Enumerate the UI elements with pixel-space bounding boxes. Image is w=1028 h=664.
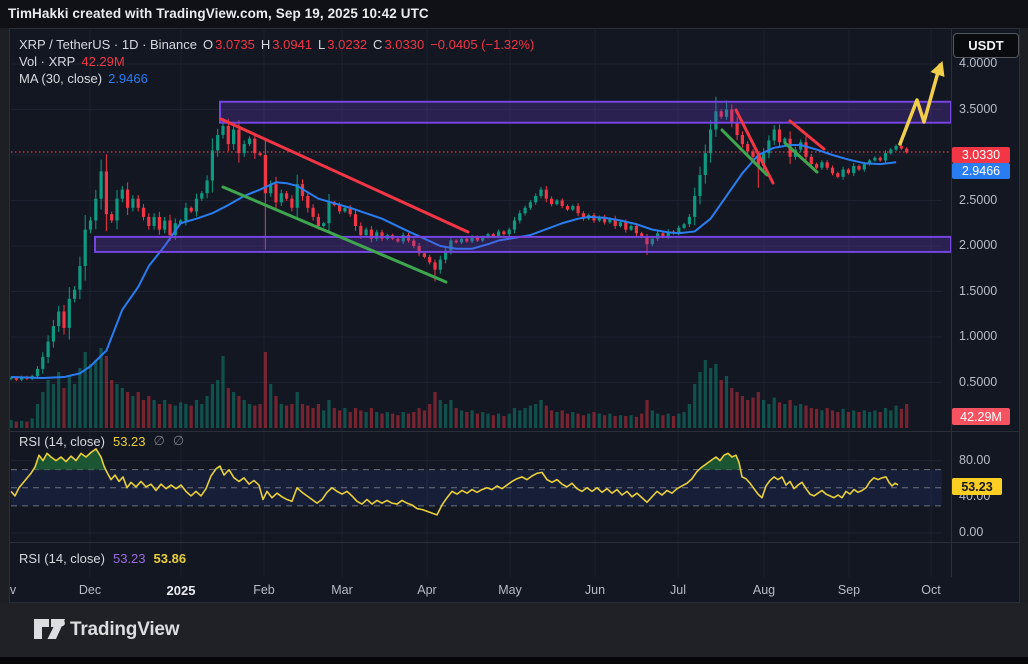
tradingview-logo-icon[interactable]	[34, 617, 68, 643]
time-axis-label[interactable]: Aug	[742, 583, 786, 597]
price-axis[interactable]: 4.0000 3.5000 2.5000 2.0000 1.5000 1.0000 0.50…	[952, 29, 1020, 577]
pane-separator[interactable]	[10, 431, 1020, 432]
rsi-pane-legend[interactable]: RSI (14, close) 53.23 ∅ ∅	[19, 433, 184, 449]
attribution-text: TimHakki created with TradingView.com, S…	[8, 6, 429, 21]
price-tick-label: 4.0000	[959, 56, 997, 70]
chart-canvas[interactable]	[9, 28, 1020, 603]
rsi2-value1: 53.23	[113, 551, 146, 566]
ma-row[interactable]: MA (30, close) 2.9466	[19, 70, 534, 87]
rsi-tick-label: 0.00	[959, 525, 983, 539]
price-tick-label: 2.5000	[959, 193, 997, 207]
price-tick-label: 2.0000	[959, 238, 997, 252]
symbol-row[interactable]: XRP / TetherUS · 1D · Binance O3.0735 H3…	[19, 36, 534, 53]
rsi-value: 53.23	[113, 434, 146, 449]
time-axis-label[interactable]: 2025	[159, 583, 203, 598]
volume-row[interactable]: Vol · XRP 42.29M	[19, 53, 534, 70]
ma-value-badge: 2.9466	[952, 163, 1010, 179]
open-value: 3.0735	[215, 37, 255, 52]
rsi-value-badge: 53.23	[952, 478, 1002, 495]
high-label: H	[261, 37, 270, 52]
close-value: 3.0330	[384, 37, 424, 52]
price-tick-label: 3.5000	[959, 102, 997, 116]
open-label: O	[203, 37, 213, 52]
low-value: 3.0232	[327, 37, 367, 52]
time-axis-label[interactable]: Jul	[656, 583, 700, 597]
time-axis-label[interactable]: Nov	[9, 583, 27, 597]
time-axis-label[interactable]: May	[488, 583, 532, 597]
time-axis[interactable]: Nov Dec 2025 Feb Mar Apr May Jun Jul Aug Sep Oct	[10, 577, 1020, 603]
price-tick-label: 1.5000	[959, 284, 997, 298]
time-axis-label[interactable]: Sep	[827, 583, 871, 597]
rsi-tick-label: 80.00	[959, 453, 990, 467]
indicator-disabled-icon[interactable]: ∅	[154, 433, 165, 449]
main-legend: XRP / TetherUS · 1D · Binance O3.0735 H3…	[19, 36, 534, 87]
rsi2-pane-legend[interactable]: RSI (14, close) 53.23 53.86	[19, 551, 186, 566]
ma-label: MA (30, close)	[19, 71, 102, 86]
low-label: L	[318, 37, 325, 52]
attribution-bar: TimHakki created with TradingView.com, S…	[0, 0, 1028, 28]
change-value: −0.0405 (−1.32%)	[430, 37, 534, 52]
price-tick-label: 0.5000	[959, 375, 997, 389]
price-tick-label: 1.0000	[959, 329, 997, 343]
rsi2-value2: 53.86	[154, 551, 187, 566]
high-value: 3.0941	[272, 37, 312, 52]
close-label: C	[373, 37, 382, 52]
pane-separator[interactable]	[10, 542, 1020, 543]
last-price-badge: 3.0330	[952, 147, 1010, 163]
time-axis-label[interactable]: Feb	[242, 583, 286, 597]
volume-badge: 42.29M	[952, 408, 1010, 425]
volume-label: Vol · XRP	[19, 54, 75, 69]
time-axis-label[interactable]: Oct	[909, 583, 953, 597]
indicator-disabled-icon[interactable]: ∅	[173, 433, 184, 449]
time-axis-label[interactable]: Dec	[68, 583, 112, 597]
symbol-title[interactable]: XRP / TetherUS · 1D · Binance	[19, 37, 197, 52]
tradingview-snapshot: TimHakki created with TradingView.com, S…	[0, 0, 1028, 664]
chart-widget[interactable]: XRP / TetherUS · 1D · Binance O3.0735 H3…	[9, 28, 1020, 603]
time-axis-label[interactable]: Apr	[405, 583, 449, 597]
bottom-strip	[0, 657, 1028, 664]
footer-bar: TradingView	[0, 603, 1028, 657]
ma-value: 2.9466	[108, 71, 148, 86]
tradingview-brand-text: TradingView	[70, 619, 179, 641]
time-axis-label[interactable]: Jun	[573, 583, 617, 597]
rsi2-title[interactable]: RSI (14, close)	[19, 551, 105, 566]
volume-value: 42.29M	[81, 54, 124, 69]
rsi-title[interactable]: RSI (14, close)	[19, 434, 105, 449]
time-axis-label[interactable]: Mar	[320, 583, 364, 597]
